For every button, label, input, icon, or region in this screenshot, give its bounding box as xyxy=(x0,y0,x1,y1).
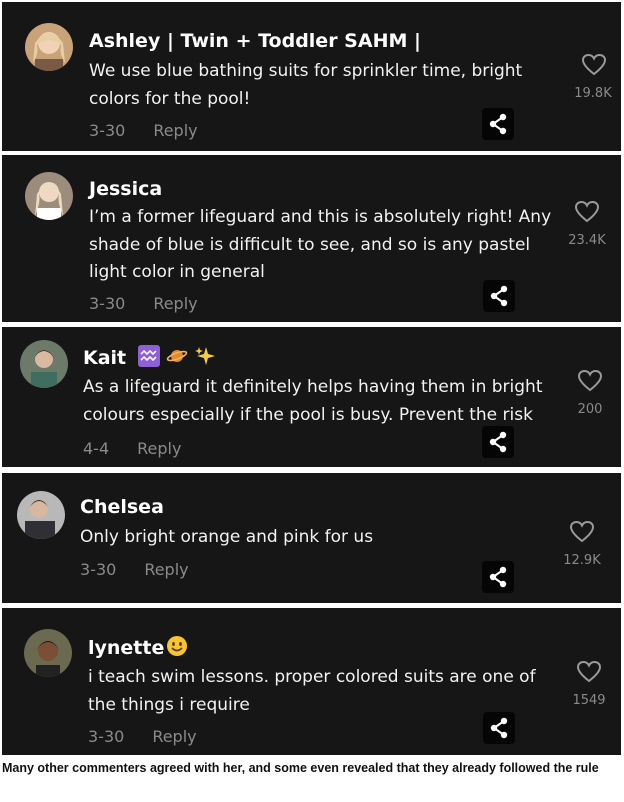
like-count: 19.8K xyxy=(574,86,612,101)
like-count: 200 xyxy=(577,402,603,417)
comment-meta: 3-30 Reply xyxy=(88,727,197,746)
comment-author-name: Kait xyxy=(83,347,127,369)
comment-author[interactable]: Ashley | Twin + Toddler SAHM | xyxy=(89,30,421,52)
comment-author[interactable]: lynette xyxy=(88,635,188,659)
heart-icon[interactable] xyxy=(577,369,603,393)
comment-card: Jessica I’m a former lifeguard and this … xyxy=(2,155,621,322)
comment-date: 3-30 xyxy=(88,727,125,746)
comment-text: I’m a former lifeguard and this is absol… xyxy=(89,207,552,282)
reply-button[interactable]: Reply xyxy=(153,121,197,140)
avatar[interactable] xyxy=(25,172,73,220)
reply-button[interactable]: Reply xyxy=(153,294,197,313)
planet-icon xyxy=(166,345,188,367)
reply-button[interactable]: Reply xyxy=(144,560,188,579)
share-icon xyxy=(490,717,508,739)
share-icon xyxy=(489,566,507,588)
heart-icon[interactable] xyxy=(576,660,602,684)
like-count: 1549 xyxy=(572,693,606,708)
comment-text: Only bright orange and pink for us xyxy=(80,527,374,547)
comment-author[interactable]: Jessica xyxy=(89,178,162,200)
comment-text: As a lifeguard it definitely helps havin… xyxy=(83,377,543,425)
reply-button[interactable]: Reply xyxy=(152,727,196,746)
comment-date: 3-30 xyxy=(89,121,126,140)
share-button[interactable] xyxy=(483,280,515,312)
avatar[interactable] xyxy=(24,629,72,677)
share-icon xyxy=(489,431,507,453)
comment-meta: 3-30 Reply xyxy=(89,294,198,313)
image-caption: Many other commenters agreed with her, a… xyxy=(2,761,599,775)
like-count: 23.4K xyxy=(568,233,606,248)
like-count: 12.9K xyxy=(563,553,601,568)
avatar[interactable] xyxy=(17,491,65,539)
avatar[interactable] xyxy=(25,23,73,71)
comment-author[interactable]: Chelsea xyxy=(80,496,164,518)
smiling-face-icon xyxy=(166,635,188,657)
comment-date: 4-4 xyxy=(83,439,110,458)
sparkles-icon xyxy=(194,345,216,367)
comment-card: Chelsea Only bright orange and pink for … xyxy=(2,473,621,603)
comment-meta: 4-4 Reply xyxy=(83,439,181,458)
share-icon xyxy=(490,285,508,307)
avatar[interactable] xyxy=(20,340,68,388)
comment-author-name: lynette xyxy=(88,637,165,659)
heart-icon[interactable] xyxy=(569,520,595,544)
comment-card: lynette i teach swim lessons. proper col… xyxy=(2,608,621,755)
comment-author[interactable]: Kait xyxy=(83,345,216,369)
comment-date: 3-30 xyxy=(89,294,126,313)
share-button[interactable] xyxy=(482,426,514,458)
share-button[interactable] xyxy=(483,712,515,744)
comment-text: We use blue bathing suits for sprinkler … xyxy=(89,61,523,109)
heart-icon[interactable] xyxy=(581,53,607,77)
comment-card: Ashley | Twin + Toddler SAHM | We use bl… xyxy=(2,2,621,151)
heart-icon[interactable] xyxy=(574,200,600,224)
comment-card: Kait As a lifeguard it definitely helps … xyxy=(2,327,621,467)
comment-meta: 3-30 Reply xyxy=(89,121,198,140)
comment-meta: 3-30 Reply xyxy=(80,560,189,579)
comment-text: i teach swim lessons. proper colored sui… xyxy=(88,667,536,715)
share-button[interactable] xyxy=(482,108,514,140)
comment-date: 3-30 xyxy=(80,560,117,579)
reply-button[interactable]: Reply xyxy=(137,439,181,458)
aquarius-icon xyxy=(138,345,161,367)
share-icon xyxy=(489,113,507,135)
share-button[interactable] xyxy=(482,561,514,593)
